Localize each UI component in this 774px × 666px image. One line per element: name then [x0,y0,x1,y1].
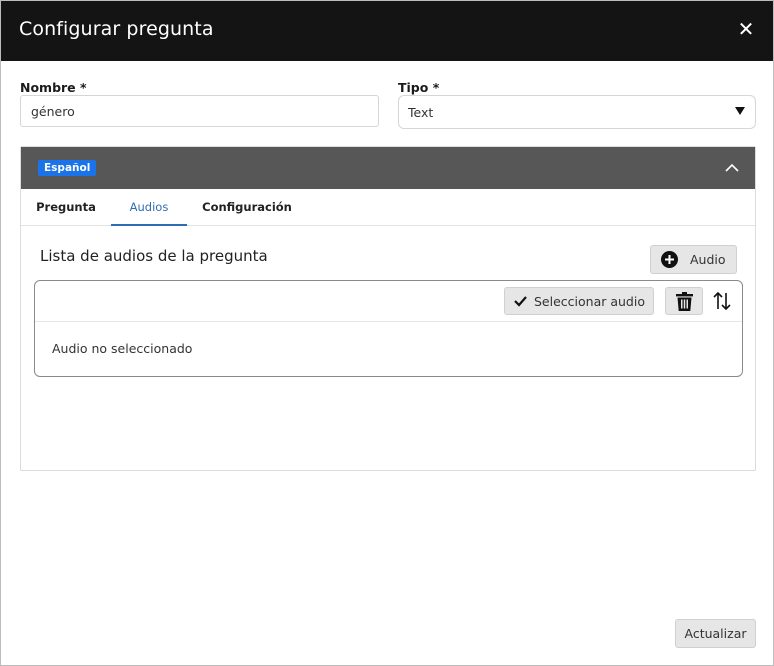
type-select-value: Text [408,105,434,120]
audio-empty-message: Audio no seleccionado [52,341,193,356]
type-label: Tipo * [398,80,440,95]
caret-down-icon [735,107,745,115]
dialog-title: Configurar pregunta [19,18,214,40]
language-panel: Español Pregunta Audios Configuración Li… [20,146,756,471]
delete-audio-button[interactable] [665,287,703,315]
tab-configuracion[interactable]: Configuración [197,189,297,226]
tab-pregunta[interactable]: Pregunta [21,189,111,226]
dialog-header: Configurar pregunta ✕ [1,1,773,61]
chevron-up-icon[interactable] [725,161,739,175]
close-icon[interactable]: ✕ [737,19,755,39]
add-audio-button[interactable]: Audio [650,245,737,274]
sort-arrows-icon[interactable] [712,291,732,311]
select-audio-label: Seleccionar audio [534,294,645,309]
tab-audios[interactable]: Audios [111,189,187,226]
language-badge: Español [38,160,97,176]
configure-question-dialog: Configurar pregunta ✕ Nombre * Tipo * Te… [0,0,774,666]
audio-list-title: Lista de audios de la pregunta [40,247,268,265]
language-panel-header[interactable]: Español [21,147,755,189]
trash-icon [676,292,693,311]
update-button[interactable]: Actualizar [675,619,756,648]
name-input[interactable] [20,95,379,127]
audio-item-card: Seleccionar audio Audio no seleccionado [34,280,743,377]
type-select[interactable]: Text [398,95,756,129]
plus-circle-icon [661,251,678,268]
add-audio-label: Audio [690,252,726,267]
check-icon [514,296,527,307]
panel-tabs: Pregunta Audios Configuración [21,189,755,226]
audio-item-toolbar: Seleccionar audio [35,281,742,322]
select-audio-button[interactable]: Seleccionar audio [504,287,654,315]
name-label: Nombre * [20,80,87,95]
